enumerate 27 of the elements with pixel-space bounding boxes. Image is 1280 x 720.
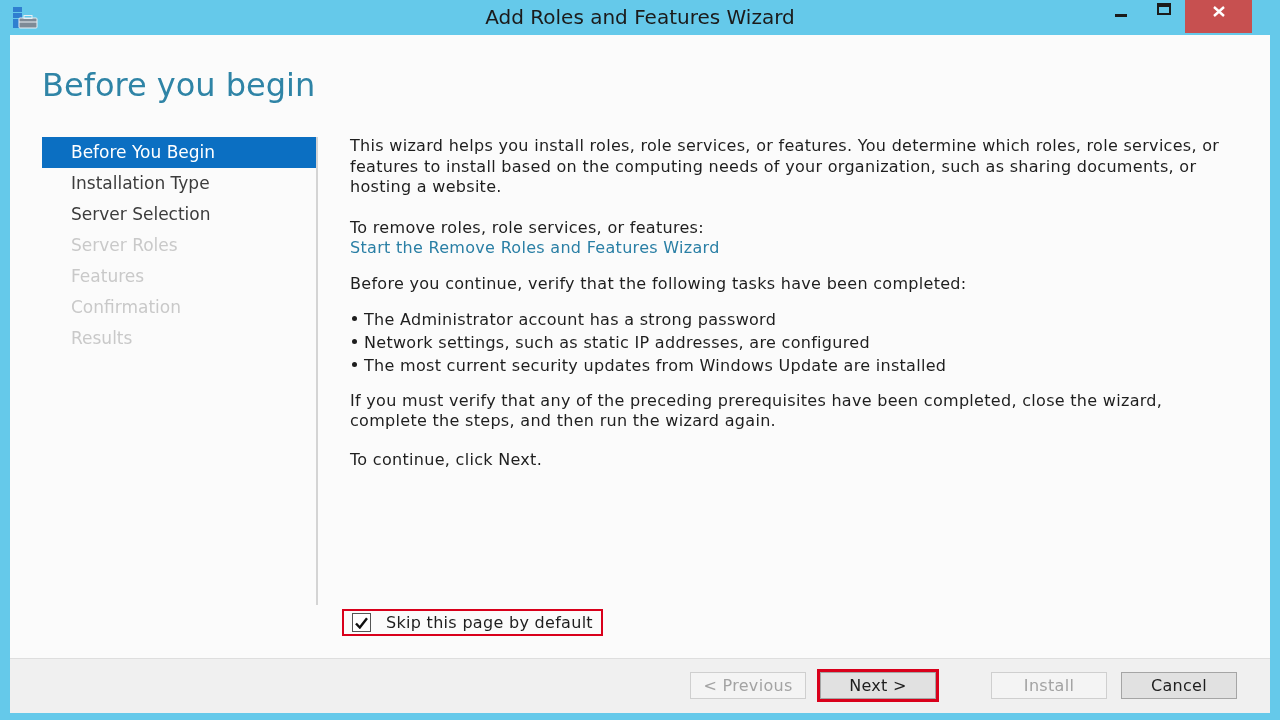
- wizard-button[interactable]: Cancel: [1121, 672, 1237, 699]
- prerequisite-item: The Administrator account has a strong password: [364, 309, 777, 331]
- close-button[interactable]: [1185, 0, 1252, 33]
- wizard-step[interactable]: Before You Begin: [42, 137, 316, 168]
- verify-note: If you must verify that any of the preceding prerequisites have been completed, close the wizard, complete the steps, and then run the wizard again.: [350, 390, 1164, 431]
- prerequisite-item: Network settings, such as static IP addresses, are configured: [364, 332, 870, 354]
- prerequisites-intro: Before you continue, verify that the following tasks have been completed:: [350, 273, 967, 294]
- intro-paragraph: This wizard helps you install roles, role services, or features. You determine which roles, role services, or features to install based on the computing needs of your organization, such as sharing documents, or hosting a website.: [350, 136, 1221, 198]
- server-icon: [12, 6, 38, 29]
- checkbox-label: Skip this page by default: [386, 611, 593, 634]
- bullet-icon: [352, 339, 357, 344]
- checkmark-icon: [355, 616, 368, 629]
- remove-label: To remove roles, role services, or features:: [350, 217, 704, 238]
- close-icon: [1212, 6, 1225, 17]
- page-heading: Before you begin: [42, 65, 316, 105]
- maximize-icon: [1157, 3, 1171, 15]
- bullet-icon: [352, 362, 357, 367]
- remove-wizard-link[interactable]: Start the Remove Roles and Features Wizard: [350, 237, 720, 258]
- checkbox[interactable]: [352, 613, 371, 632]
- minimize-icon: [1115, 14, 1127, 17]
- window-title: Add Roles and Features Wizard: [485, 3, 795, 31]
- wizard-step[interactable]: Installation Type: [42, 168, 316, 199]
- continue-note: To continue, click Next.: [350, 449, 543, 470]
- prerequisite-item: The most current security updates from Windows Update are installed: [364, 355, 947, 377]
- wizard-button[interactable]: Next >: [820, 672, 936, 699]
- wizard-step[interactable]: Server Selection: [42, 199, 316, 230]
- bullet-icon: [352, 316, 357, 321]
